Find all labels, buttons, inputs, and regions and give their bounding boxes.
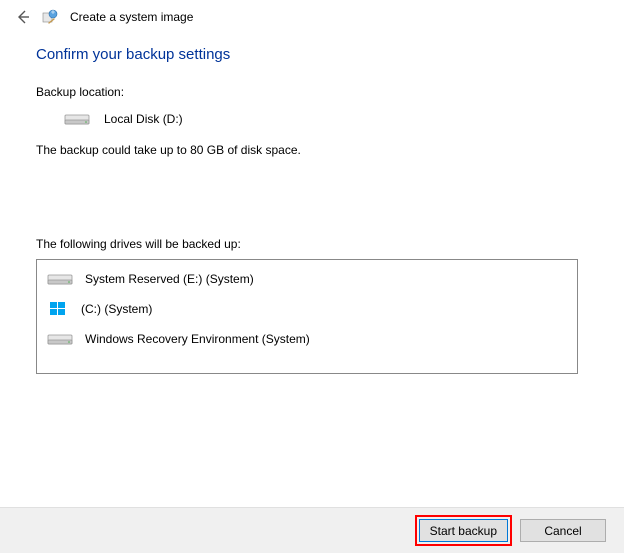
drive-name: Windows Recovery Environment (System) <box>85 332 310 346</box>
back-arrow-icon[interactable] <box>14 8 32 26</box>
cancel-button[interactable]: Cancel <box>520 519 606 542</box>
window-header: Create a system image <box>0 0 624 30</box>
hard-drive-icon <box>47 271 73 287</box>
list-item: (C:) (System) <box>37 294 577 324</box>
system-image-icon <box>42 8 60 26</box>
list-item: System Reserved (E:) (System) <box>37 264 577 294</box>
highlight-annotation: Start backup <box>415 515 512 546</box>
drives-list-label: The following drives will be backed up: <box>36 237 588 251</box>
backup-location-row: Local Disk (D:) <box>36 111 588 127</box>
drive-name: (C:) (System) <box>81 302 152 316</box>
backup-location-value: Local Disk (D:) <box>104 112 183 126</box>
content-area: Confirm your backup settings Backup loca… <box>0 30 624 374</box>
page-heading: Confirm your backup settings <box>36 46 588 63</box>
backup-size-text: The backup could take up to 80 GB of dis… <box>36 143 588 157</box>
windows-drive-icon <box>47 301 69 317</box>
drives-listbox: System Reserved (E:) (System) (C:) (Syst… <box>36 259 578 374</box>
hard-drive-icon <box>64 111 90 127</box>
dialog-footer: Start backup Cancel <box>0 507 624 553</box>
window-title: Create a system image <box>70 10 193 24</box>
drive-name: System Reserved (E:) (System) <box>85 272 254 286</box>
list-item: Windows Recovery Environment (System) <box>37 324 577 354</box>
backup-location-label: Backup location: <box>36 85 588 99</box>
hard-drive-icon <box>47 331 73 347</box>
start-backup-button[interactable]: Start backup <box>419 519 508 542</box>
